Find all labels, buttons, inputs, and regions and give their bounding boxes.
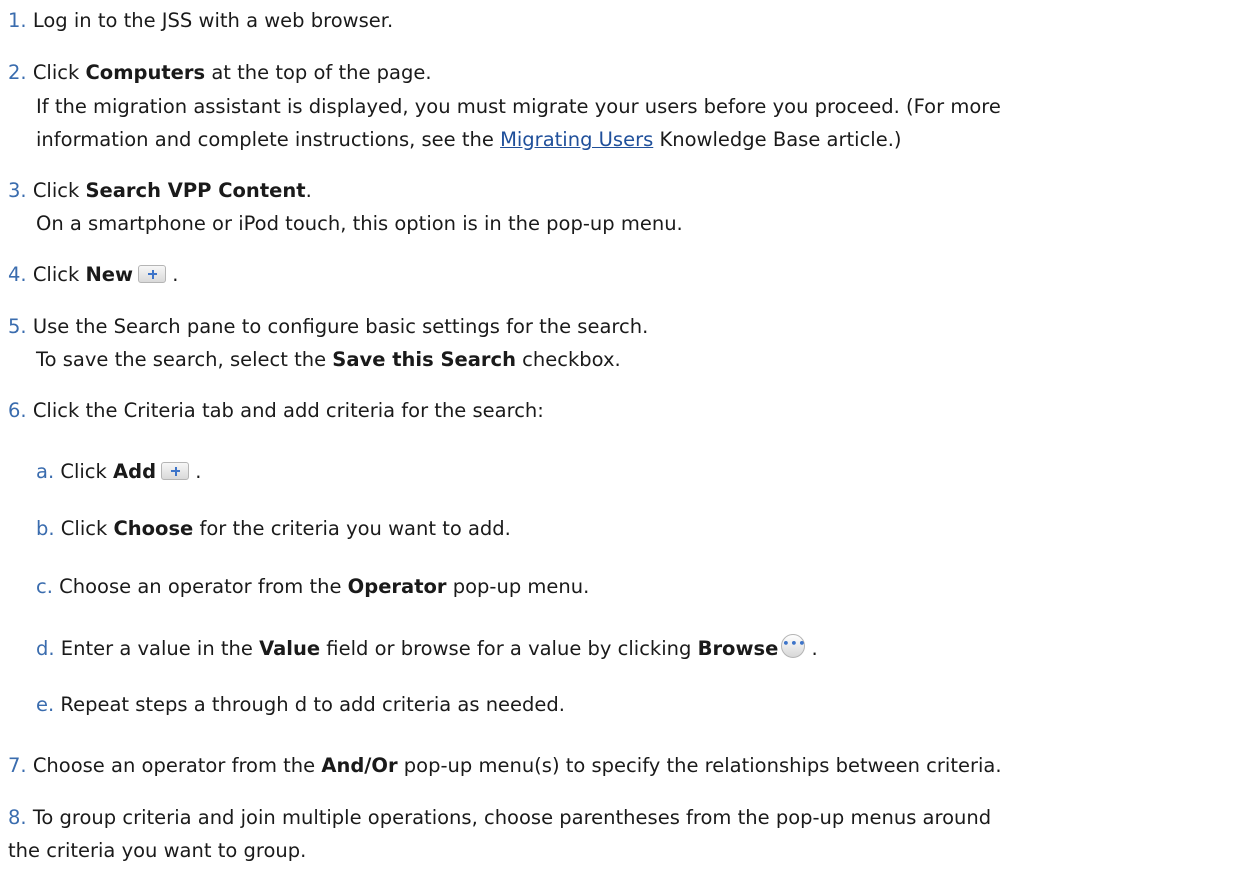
step-5-note: To save the search, select the Save this… <box>36 343 621 377</box>
step-2-note-line-1: If the migration assistant is displayed,… <box>36 95 1001 118</box>
step-7: 7. Choose an operator from the And/Or po… <box>8 749 1002 783</box>
step-text: To group criteria and join multiple oper… <box>32 806 992 829</box>
step-text: Use the Search pane to configure basic s… <box>32 315 649 338</box>
substep-letter: e. <box>36 693 55 716</box>
step-2: 2. Click Computers at the top of the pag… <box>8 56 432 90</box>
substep-text: pop-up menu. <box>446 575 590 598</box>
substep-text: Enter a value in the <box>60 637 260 660</box>
ui-term: Operator <box>347 575 447 598</box>
substep-letter: c. <box>36 575 53 598</box>
note-text: To save the search, select the <box>36 348 333 371</box>
step-6: 6. Click the Criteria tab and add criter… <box>8 394 544 428</box>
plus-button-icon <box>161 462 190 480</box>
step-number: 1. <box>8 9 27 32</box>
note-text: Knowledge Base article.) <box>653 128 902 151</box>
step-8-line-2: the criteria you want to group. <box>8 839 307 862</box>
substep-letter: b. <box>36 517 55 540</box>
substep-text: Click <box>60 460 114 483</box>
step-number: 4. <box>8 263 27 286</box>
step-4: 4. Click New . <box>8 258 178 292</box>
substep-text: . <box>805 637 818 660</box>
step-number: 8. <box>8 806 27 829</box>
ui-term: Search VPP Content <box>85 179 306 202</box>
step-number: 6. <box>8 399 27 422</box>
step-text: Click the Criteria tab and add criteria … <box>32 399 544 422</box>
substep-letter: a. <box>36 460 55 483</box>
substep-a: a. Click Add . <box>36 455 201 489</box>
substep-text: field or browse for a value by clicking <box>320 637 698 660</box>
substep-text: Repeat steps a through d to add criteria… <box>60 693 565 716</box>
substep-b: b. Click Choose for the criteria you wan… <box>36 512 511 546</box>
step-number: 2. <box>8 61 27 84</box>
ui-term: Value <box>259 637 321 660</box>
ellipsis-button-icon: ••• <box>781 634 805 658</box>
substep-e: e. Repeat steps a through d to add crite… <box>36 688 565 722</box>
note-text: information and complete instructions, s… <box>36 128 501 151</box>
step-number: 3. <box>8 179 27 202</box>
step-2-note-line-2: information and complete instructions, s… <box>36 123 902 157</box>
ui-term: Computers <box>85 61 206 84</box>
step-text: Click <box>32 263 86 286</box>
step-text: . <box>305 179 312 202</box>
step-text: Click <box>32 61 86 84</box>
step-text: Choose an operator from the <box>32 754 322 777</box>
step-text: Log in to the JSS with a web browser. <box>32 9 394 32</box>
step-8: 8. To group criteria and join multiple o… <box>8 801 991 835</box>
ui-term: And/Or <box>321 754 398 777</box>
substep-letter: d. <box>36 637 55 660</box>
substep-text: . <box>189 460 202 483</box>
step-text: Click <box>32 179 86 202</box>
ui-term: Save this Search <box>332 348 516 371</box>
step-number: 7. <box>8 754 27 777</box>
ui-term: New <box>85 263 134 286</box>
substep-text: Click <box>60 517 114 540</box>
step-text: at the top of the page. <box>205 61 432 84</box>
step-5: 5. Use the Search pane to configure basi… <box>8 310 648 344</box>
substep-text: Choose an operator from the <box>59 575 348 598</box>
migrating-users-link[interactable]: Migrating Users <box>500 128 653 151</box>
substep-c: c. Choose an operator from the Operator … <box>36 570 589 604</box>
instruction-page: 1. Log in to the JSS with a web browser.… <box>0 0 1250 893</box>
ui-term: Add <box>113 460 157 483</box>
ui-term: Browse <box>697 637 779 660</box>
ui-term: Choose <box>113 517 194 540</box>
step-3-note: On a smartphone or iPod touch, this opti… <box>36 212 683 235</box>
plus-button-icon <box>138 265 167 283</box>
step-3: 3. Click Search VPP Content. <box>8 174 312 208</box>
substep-d: d. Enter a value in the Value field or b… <box>36 632 818 666</box>
step-text: . <box>166 263 179 286</box>
note-text: checkbox. <box>515 348 621 371</box>
step-text: pop-up menu(s) to specify the relationsh… <box>397 754 1002 777</box>
step-1: 1. Log in to the JSS with a web browser. <box>8 4 393 38</box>
substep-text: for the criteria you want to add. <box>193 517 511 540</box>
step-number: 5. <box>8 315 27 338</box>
